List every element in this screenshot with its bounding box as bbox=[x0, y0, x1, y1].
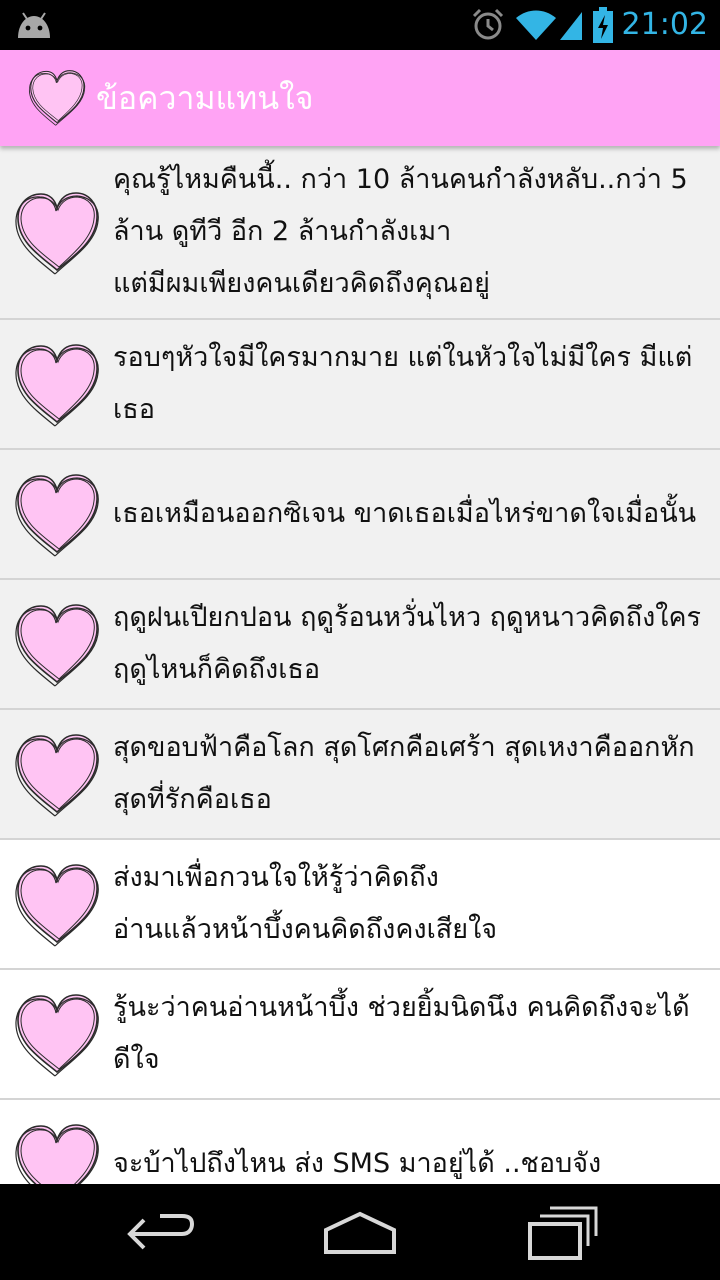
list-item[interactable]: สุดขอบฟ้าคือโลก สุดโศกคือเศร้า สุดเหงาคื… bbox=[0, 710, 720, 840]
message-text: ฤดูฝนเปียกปอน ฤดูร้อนหวั่นไหว ฤดูหนาวคิด… bbox=[113, 602, 702, 685]
message-text: เธอเหมือนออกซิเจน ขาดเธอเมื่อไหร่ขาดใจเม… bbox=[113, 498, 697, 529]
message-text: ส่งมาเพื่อกวนใจให้รู้ว่าคิดถึง อ่านแล้วห… bbox=[113, 862, 498, 945]
android-icon bbox=[18, 12, 50, 38]
message-list[interactable]: คุณรู้ไหมคืนนี้.. กว่า 10 ล้านคนกำลังหลั… bbox=[0, 146, 720, 1184]
message-text: สุดขอบฟ้าคือโลก สุดโศกคือเศร้า สุดเหงาคื… bbox=[113, 732, 695, 815]
wifi-icon bbox=[516, 10, 556, 40]
back-icon[interactable] bbox=[122, 1206, 198, 1262]
status-clock: 21:02 bbox=[621, 7, 708, 42]
list-item[interactable]: จะบ้าไปถึงไหน ส่ง SMS มาอยู่ได้ ..ชอบจัง bbox=[0, 1100, 720, 1184]
list-item[interactable]: รู้นะว่าคนอ่านหน้าบึ้ง ช่วยยิ้มนิดนึง คน… bbox=[0, 970, 720, 1100]
action-bar: ข้อความแทนใจ bbox=[0, 50, 720, 146]
status-bar: 21:02 bbox=[0, 0, 720, 50]
heart-icon bbox=[15, 474, 100, 557]
home-icon[interactable] bbox=[320, 1208, 400, 1260]
navigation-bar bbox=[0, 1184, 720, 1280]
heart-icon bbox=[15, 994, 100, 1077]
list-item[interactable]: คุณรู้ไหมคืนนี้.. กว่า 10 ล้านคนกำลังหลั… bbox=[0, 146, 720, 320]
message-text: รู้นะว่าคนอ่านหน้าบึ้ง ช่วยยิ้มนิดนึง คน… bbox=[113, 992, 690, 1075]
recent-apps-icon[interactable] bbox=[524, 1202, 600, 1264]
heart-icon bbox=[15, 734, 100, 817]
heart-icon bbox=[15, 604, 100, 687]
list-item[interactable]: ฤดูฝนเปียกปอน ฤดูร้อนหวั่นไหว ฤดูหนาวคิด… bbox=[0, 580, 720, 710]
list-item[interactable]: เธอเหมือนออกซิเจน ขาดเธอเมื่อไหร่ขาดใจเม… bbox=[0, 450, 720, 580]
message-text: รอบๆหัวใจมีใครมากมาย แต่ในหัวใจไม่มีใคร … bbox=[113, 342, 693, 425]
heart-icon bbox=[15, 344, 100, 427]
heart-icon bbox=[15, 864, 100, 947]
signal-icon bbox=[560, 12, 582, 40]
list-item[interactable]: ส่งมาเพื่อกวนใจให้รู้ว่าคิดถึง อ่านแล้วห… bbox=[0, 840, 720, 970]
list-item[interactable]: รอบๆหัวใจมีใครมากมาย แต่ในหัวใจไม่มีใคร … bbox=[0, 320, 720, 450]
alarm-icon bbox=[472, 8, 504, 40]
heart-icon[interactable] bbox=[24, 66, 90, 128]
heart-icon bbox=[15, 1124, 100, 1184]
heart-icon bbox=[15, 192, 100, 275]
app-title: ข้อความแทนใจ bbox=[96, 79, 314, 117]
message-text: จะบ้าไปถึงไหน ส่ง SMS มาอยู่ได้ ..ชอบจัง bbox=[113, 1148, 602, 1179]
battery-icon bbox=[593, 7, 613, 43]
message-text: คุณรู้ไหมคืนนี้.. กว่า 10 ล้านคนกำลังหลั… bbox=[113, 164, 688, 299]
